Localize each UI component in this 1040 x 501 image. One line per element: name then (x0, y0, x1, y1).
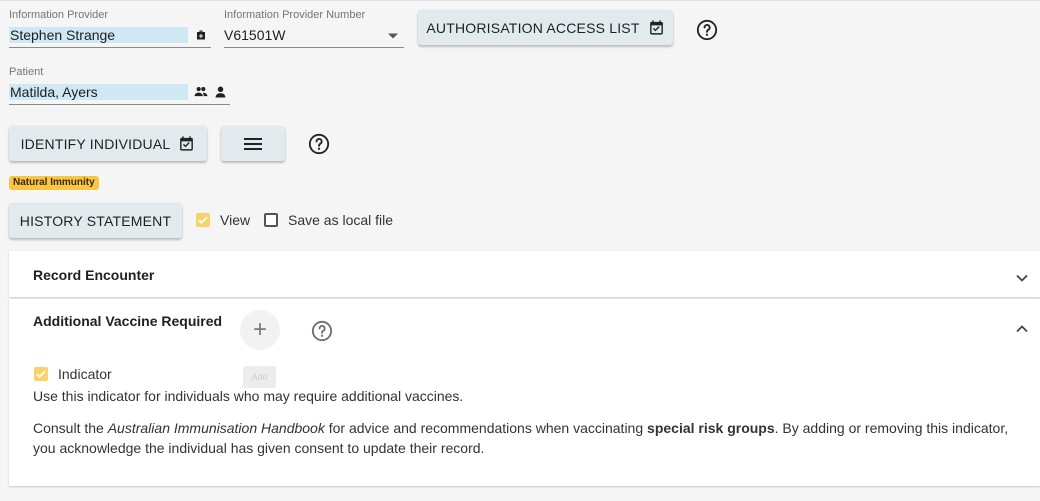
additional-vaccine-title: Additional Vaccine Required (33, 313, 223, 329)
add-button[interactable]: + (240, 310, 280, 350)
add-tooltip: Add (243, 366, 276, 388)
top-divider (0, 0, 1040, 1)
identify-individual-label: Identify Individual (20, 135, 171, 152)
view-checkbox[interactable] (196, 213, 210, 227)
save-local-file-label: Save as local file (288, 212, 394, 228)
history-statement-button[interactable]: History Statement (9, 203, 182, 238)
patient-label: Patient (9, 66, 44, 78)
record-encounter-title: Record Encounter (33, 267, 155, 283)
chevron-down-icon[interactable] (1014, 270, 1030, 286)
consult-paragraph: Consult the Australian Immunisation Hand… (33, 418, 1031, 458)
person-icon[interactable] (215, 86, 226, 98)
consult-middle: for advice and recommendations when vacc… (324, 420, 648, 436)
calendar-check-icon (180, 136, 194, 151)
special-risk-groups: special risk groups (647, 420, 775, 436)
identify-individual-button[interactable]: Identify Individual (9, 126, 207, 161)
chevron-up-icon[interactable] (1014, 321, 1030, 337)
provider-number-label: Information Provider Number (224, 9, 366, 21)
dropdown-arrow-icon[interactable] (387, 32, 399, 40)
group-icon[interactable] (194, 86, 208, 98)
save-local-file-checkbox[interactable] (264, 213, 278, 227)
record-encounter-panel[interactable]: Record Encounter (9, 251, 1040, 297)
handbook-title: Australian Immunisation Handbook (107, 420, 325, 436)
provider-label: Information Provider (9, 9, 109, 21)
hamburger-menu-icon (244, 137, 262, 150)
help-icon[interactable] (311, 320, 333, 342)
authorisation-access-list-button[interactable]: Authorisation Access List (418, 10, 673, 45)
help-icon[interactable] (308, 133, 330, 155)
checkmark-icon (198, 216, 208, 224)
natural-immunity-badge: Natural Immunity (9, 176, 99, 190)
menu-button[interactable] (221, 126, 285, 161)
patient-field[interactable]: Matilda, Ayers (9, 82, 230, 105)
calendar-check-icon (649, 20, 663, 35)
provider-number-value: V61501W (224, 27, 286, 43)
indicator-label: Indicator (58, 366, 112, 382)
checkmark-icon (36, 370, 46, 378)
view-label: View (220, 212, 251, 228)
medical-bag-icon (197, 30, 205, 40)
plus-icon: + (252, 316, 267, 343)
provider-value: Stephen Strange (9, 27, 188, 43)
history-statement-label: History Statement (19, 212, 172, 229)
patient-value: Matilda, Ayers (9, 84, 188, 100)
provider-field[interactable]: Stephen Strange (9, 25, 211, 48)
indicator-checkbox[interactable] (34, 367, 48, 381)
indicator-description: Use this indicator for individuals who m… (33, 388, 464, 404)
authorisation-access-list-label: Authorisation Access List (426, 19, 640, 36)
provider-number-select[interactable]: V61501W (224, 25, 404, 48)
help-icon[interactable] (696, 19, 718, 41)
consult-prefix: Consult the (33, 420, 108, 436)
